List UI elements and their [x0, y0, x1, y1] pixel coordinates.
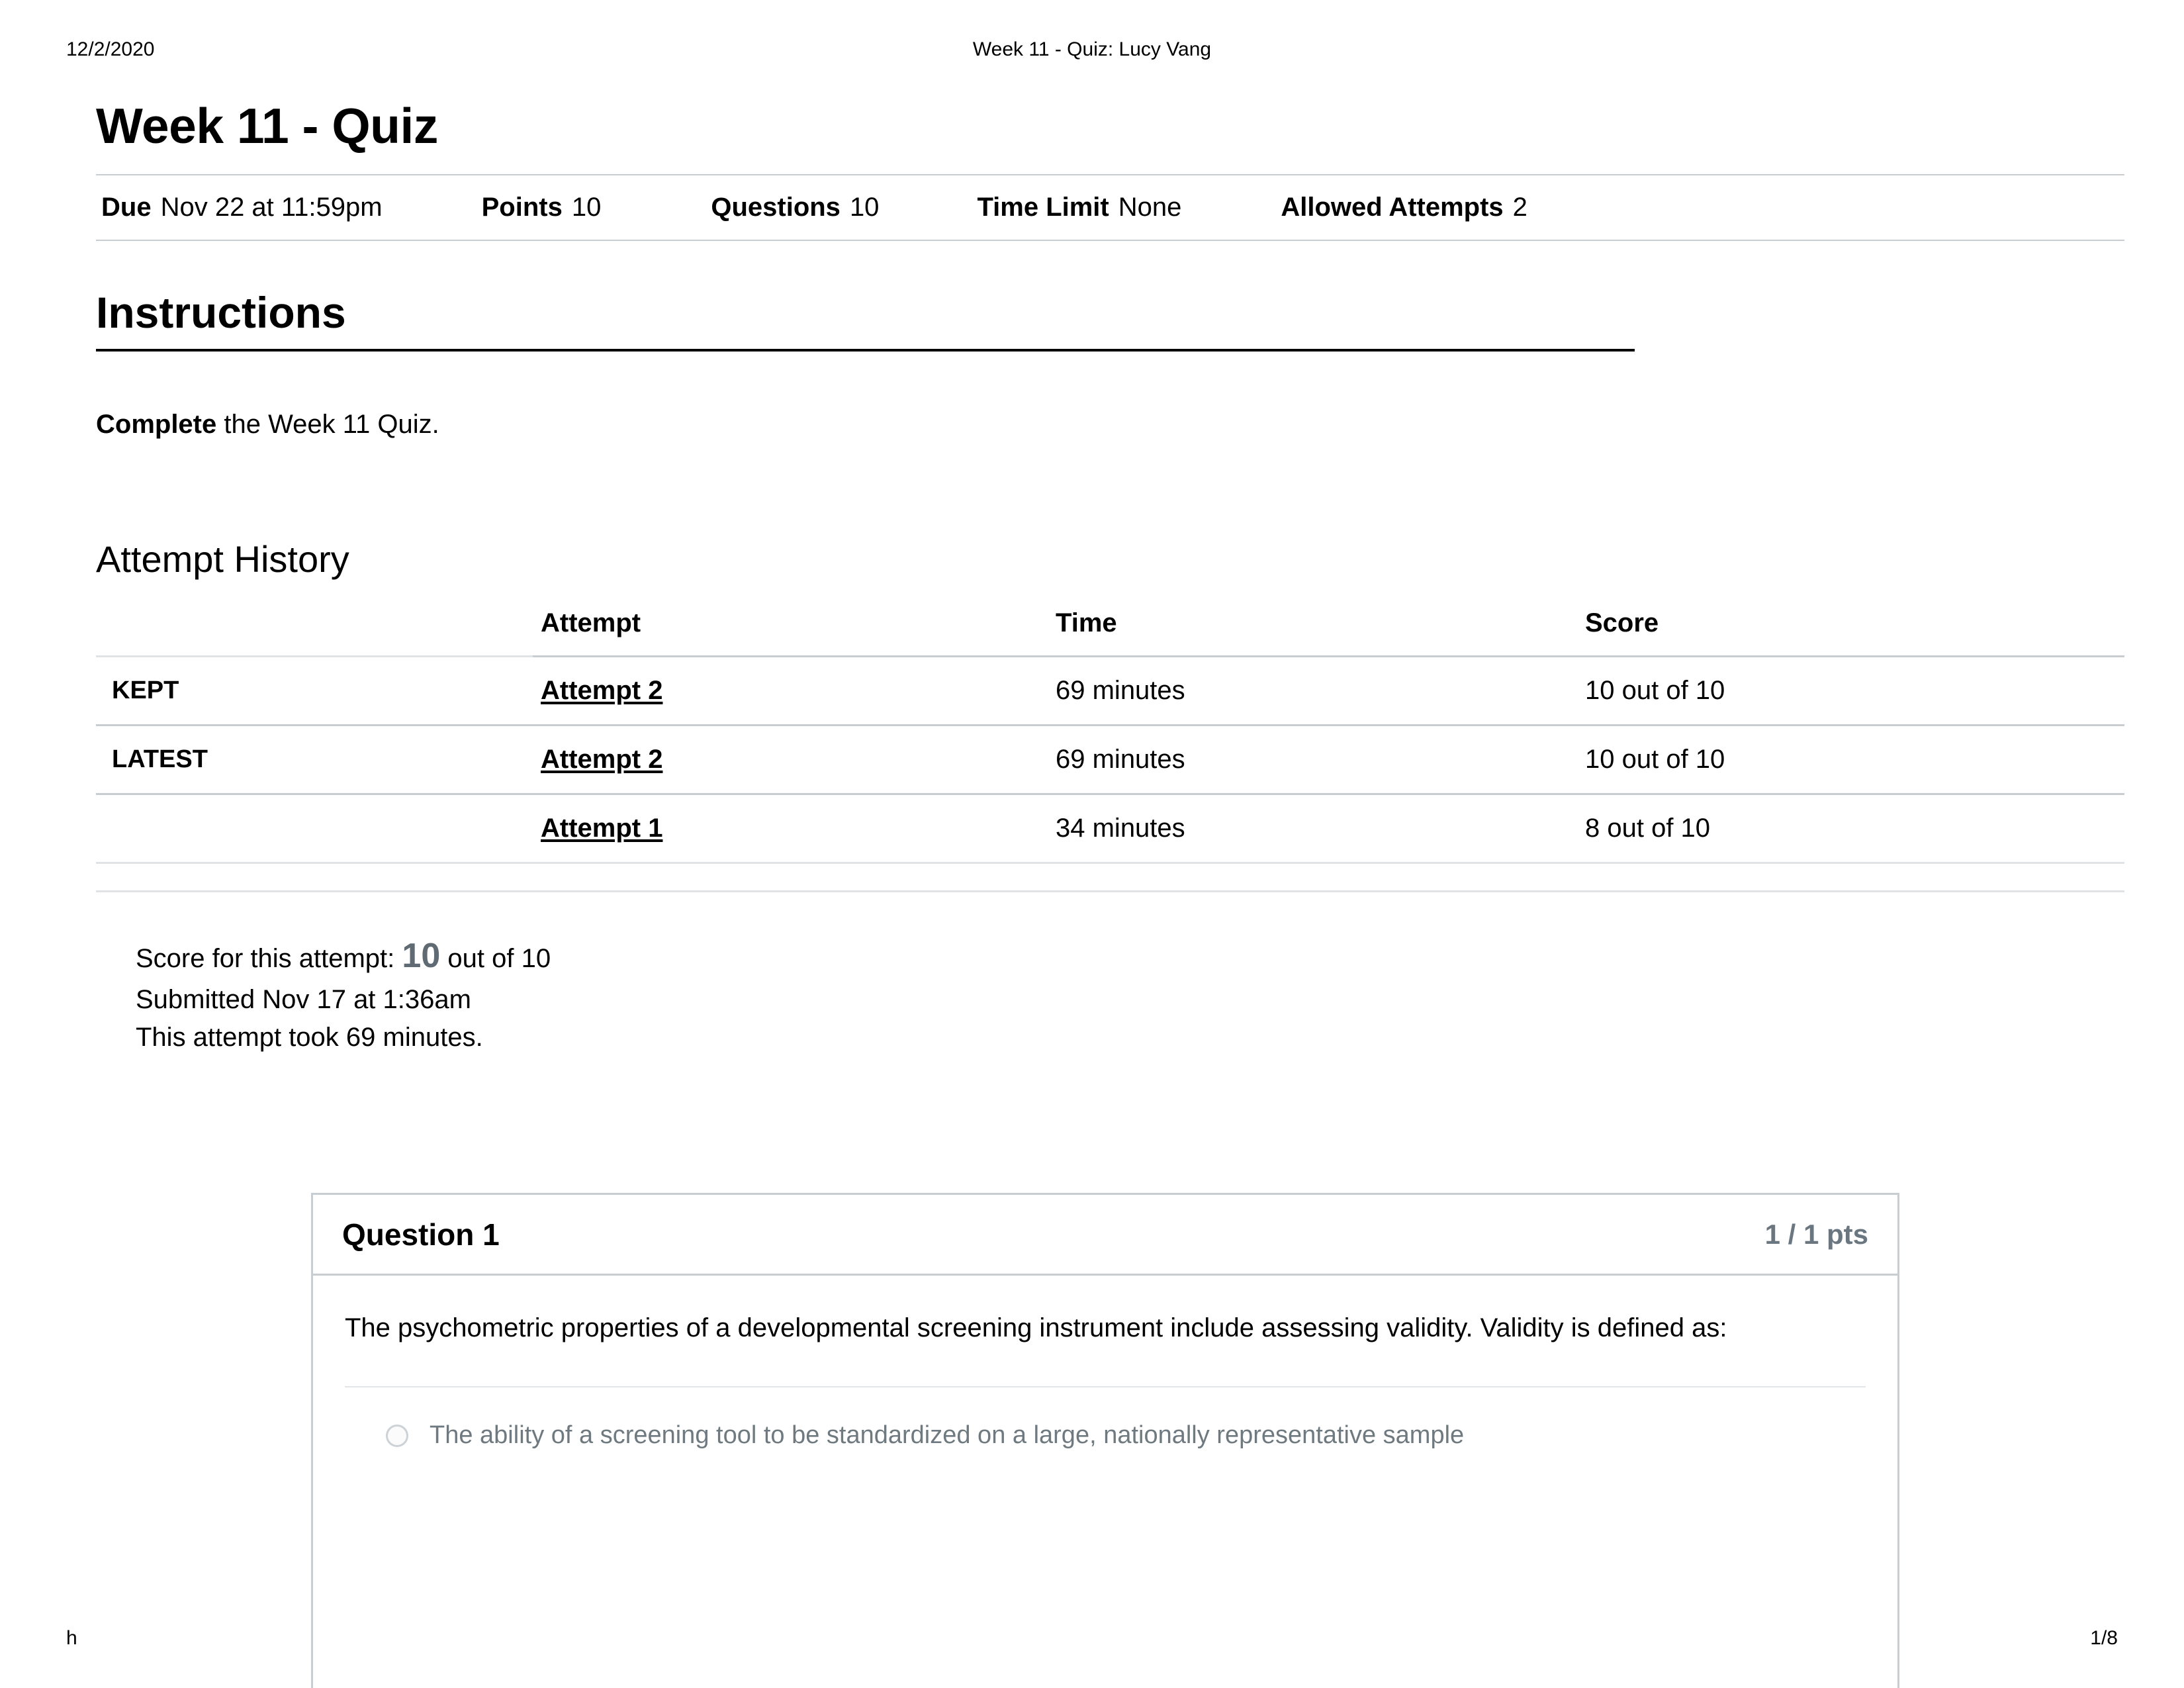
quiz-meta-time-limit-label: Time Limit [977, 193, 1109, 222]
attempt-link[interactable]: Attempt 1 [541, 814, 662, 843]
page-title: Week 11 - Quiz [96, 98, 438, 154]
instructions-bold-lead: Complete [96, 409, 217, 439]
table-row: KEPT Attempt 2 69 minutes 10 out of 10 [96, 656, 2124, 727]
duration-line: This attempt took 69 minutes. [136, 1022, 483, 1052]
quiz-meta-allowed-attempts-label: Allowed Attempts [1281, 193, 1504, 222]
question-box: Question 1 1 / 1 pts The psychometric pr… [311, 1193, 1899, 1688]
instructions-text: the Week 11 Quiz. [216, 409, 439, 439]
attempt-history-table: Attempt Time Score KEPT Attempt 2 69 min… [96, 608, 2124, 865]
radio-button-icon[interactable] [386, 1424, 408, 1447]
attempt-score: 10 out of 10 [1585, 725, 2124, 796]
instructions-heading: Instructions [96, 288, 346, 337]
column-header-status [96, 608, 533, 658]
attempt-status-none [96, 794, 533, 865]
score-suffix: out of 10 [447, 944, 551, 974]
attempt-score: 8 out of 10 [1585, 794, 2124, 865]
question-points-badge: 1 / 1 pts [1764, 1218, 1868, 1250]
quiz-meta-points: Points 10 [482, 193, 602, 222]
quiz-meta-due-label: Due [101, 193, 152, 222]
question-body: The psychometric properties of a develop… [313, 1276, 1897, 1458]
table-header-row: Attempt Time Score [96, 608, 2124, 658]
column-header-attempt: Attempt [533, 608, 1056, 658]
attempt-time: 34 minutes [1056, 794, 1585, 865]
print-footer-left: h [66, 1627, 77, 1649]
answer-list: The ability of a screening tool to be st… [345, 1386, 1866, 1457]
quiz-meta-questions-label: Questions [711, 193, 841, 222]
print-document-title: Week 11 - Quiz: Lucy Vang [972, 38, 1212, 60]
instructions-divider [96, 348, 1635, 352]
table-row: Attempt 1 34 minutes 8 out of 10 [96, 794, 2124, 865]
quiz-meta-due: Due Nov 22 at 11:59pm [101, 193, 383, 222]
print-header: 12/2/2020 Week 11 - Quiz: Lucy Vang [0, 38, 2184, 65]
attempt-link-cell: Attempt 2 [533, 725, 1056, 796]
quiz-meta-questions-value: 10 [849, 193, 880, 222]
answer-option[interactable]: The ability of a screening tool to be st… [345, 1414, 1866, 1457]
score-value: 10 [402, 937, 441, 976]
attempt-time: 69 minutes [1056, 725, 1585, 796]
page-content: Week 11 - Quiz Due Nov 22 at 11:59pm Poi… [96, 99, 2124, 1056]
answer-option-label: The ability of a screening tool to be st… [430, 1421, 1465, 1450]
print-footer: h 1/8 [0, 1627, 2184, 1654]
column-header-score: Score [1585, 608, 2124, 658]
attempt-time: 69 minutes [1056, 656, 1585, 727]
score-summary: Score for this attempt: 10 out of 10 Sub… [136, 932, 2124, 1056]
attempt-status-latest: LATEST [96, 725, 533, 796]
quiz-meta-bar: Due Nov 22 at 11:59pm Points 10 Question… [96, 174, 2124, 241]
instructions-body: Complete the Week 11 Quiz. [96, 406, 2124, 442]
attempt-link[interactable]: Attempt 2 [541, 745, 662, 774]
attempt-score: 10 out of 10 [1585, 656, 2124, 727]
quiz-meta-time-limit-value: None [1118, 193, 1182, 222]
column-header-time: Time [1056, 608, 1585, 658]
printed-page: 12/2/2020 Week 11 - Quiz: Lucy Vang Week… [0, 0, 2184, 1688]
attempt-history-bottom-divider [96, 890, 2124, 893]
quiz-meta-allowed-attempts-value: 2 [1512, 193, 1527, 222]
attempt-link-cell: Attempt 2 [533, 656, 1056, 727]
print-footer-page-number: 1/8 [2090, 1627, 2118, 1649]
question-header: Question 1 1 / 1 pts [313, 1195, 1897, 1276]
quiz-meta-time-limit: Time Limit None [977, 193, 1181, 222]
attempt-link[interactable]: Attempt 2 [541, 676, 662, 705]
score-line: Score for this attempt: 10 out of 10 [136, 932, 2124, 981]
attempt-history-heading: Attempt History [96, 538, 349, 580]
question-text: The psychometric properties of a develop… [345, 1313, 1727, 1342]
quiz-meta-points-label: Points [481, 193, 563, 222]
question-title: Question 1 [342, 1217, 500, 1252]
table-row: LATEST Attempt 2 69 minutes 10 out of 10 [96, 725, 2124, 796]
attempt-status-kept: KEPT [96, 656, 533, 727]
attempt-link-cell: Attempt 1 [533, 794, 1056, 865]
submitted-line: Submitted Nov 17 at 1:36am [136, 985, 471, 1015]
score-prefix: Score for this attempt: [136, 944, 395, 974]
quiz-meta-due-value: Nov 22 at 11:59pm [160, 193, 383, 222]
quiz-meta-questions: Questions 10 [711, 193, 879, 222]
quiz-meta-points-value: 10 [571, 193, 602, 222]
quiz-meta-allowed-attempts: Allowed Attempts 2 [1281, 193, 1527, 222]
